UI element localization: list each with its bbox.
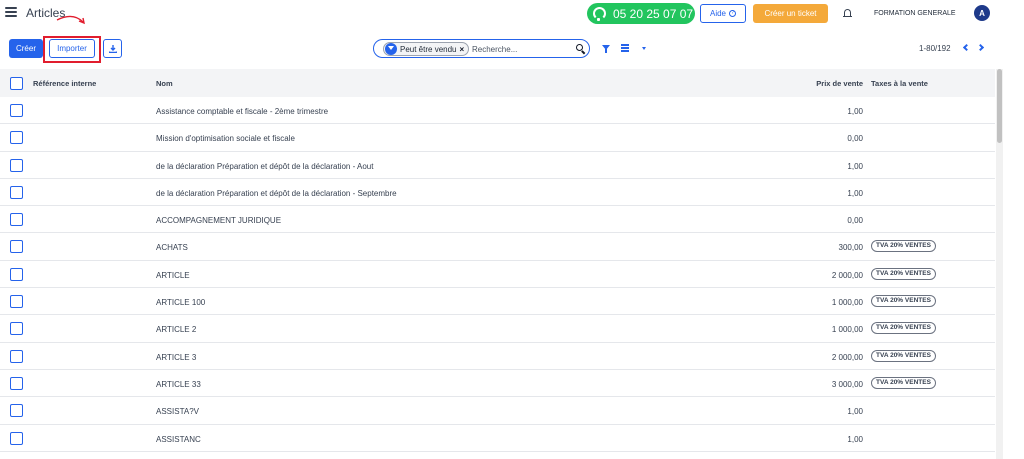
table-row[interactable]: ACCOMPAGNEMENT JURIDIQUE 0,00 [0, 206, 995, 234]
row-checkbox[interactable] [10, 185, 23, 199]
row-checkbox[interactable] [10, 322, 23, 336]
row-checkbox[interactable] [10, 267, 23, 281]
chevron-left-icon[interactable] [962, 43, 971, 52]
phone-number: 05 20 25 07 07 [613, 6, 694, 21]
cell-price: 1 000,00 [831, 325, 863, 335]
tax-badge: TVA 20% VENTES [871, 267, 936, 280]
cell-price: 1,00 [847, 161, 863, 171]
tax-badge: TVA 20% VENTES [871, 376, 936, 389]
filter-icon [385, 43, 397, 55]
row-checkbox[interactable] [10, 158, 23, 172]
row-checkbox[interactable] [10, 349, 23, 363]
import-button[interactable]: Importer [49, 39, 95, 58]
table-row[interactable]: Assistance comptable et fiscale - 2ème t… [0, 97, 995, 125]
cell-price: 1 000,00 [831, 298, 863, 308]
cell-name: ARTICLE 3 [156, 352, 197, 362]
search-facet[interactable]: Peut être vendu × [383, 42, 470, 56]
download-button[interactable] [103, 39, 122, 58]
column-header-name[interactable]: Nom [156, 79, 173, 88]
headset-icon [593, 7, 606, 21]
table-row[interactable]: ARTICLE 100 1 000,00 TVA 20% VENTES [0, 288, 995, 316]
articles-table: Référence interne Nom Prix de vente Taxe… [0, 69, 995, 452]
row-checkbox[interactable] [10, 404, 23, 418]
help-label: Aide [709, 9, 726, 18]
search-icon[interactable] [576, 44, 583, 51]
phone-support-button[interactable]: 05 20 25 07 07 [587, 3, 695, 24]
cell-price: 0,00 [847, 216, 863, 226]
create-button[interactable]: Créer [9, 39, 43, 58]
group-by-icon[interactable] [621, 44, 629, 52]
row-checkbox[interactable] [10, 104, 23, 117]
menu-icon[interactable] [5, 7, 17, 18]
tax-badge: TVA 20% VENTES [871, 295, 936, 308]
cell-price: 1,00 [847, 188, 863, 198]
cell-name: ASSISTANC [156, 434, 201, 444]
pager-value[interactable]: 1-80/192 [919, 44, 951, 53]
facet-label: Peut être vendu [400, 44, 457, 54]
cell-price: 2 000,00 [831, 352, 863, 362]
table-row[interactable]: ARTICLE 33 3 000,00 TVA 20% VENTES [0, 370, 995, 398]
cell-name: ARTICLE [156, 270, 190, 280]
table-row[interactable]: de la déclaration Préparation et dépôt d… [0, 179, 995, 207]
table-row[interactable]: ARTICLE 3 2 000,00 TVA 20% VENTES [0, 343, 995, 370]
table-row[interactable]: Mission d'optimisation sociale et fiscal… [0, 124, 995, 152]
cell-name: ARTICLE 33 [156, 379, 201, 389]
row-checkbox[interactable] [10, 213, 23, 227]
row-checkbox[interactable] [10, 431, 23, 445]
question-icon: ? [729, 10, 736, 17]
create-ticket-button[interactable]: Créer un ticket [753, 4, 828, 23]
cell-name: de la déclaration Préparation et dépôt d… [156, 188, 397, 198]
cell-name: Mission d'optimisation sociale et fiscal… [156, 134, 295, 144]
cell-name: ASSISTA?V [156, 407, 199, 417]
column-header-ref[interactable]: Référence interne [33, 79, 96, 88]
table-row[interactable]: de la déclaration Préparation et dépôt d… [0, 152, 995, 179]
help-button[interactable]: Aide ? [700, 4, 746, 23]
cell-price: 0,00 [847, 134, 863, 144]
table-row[interactable]: ACHATS 300,00 TVA 20% VENTES [0, 233, 995, 261]
cell-price: 300,00 [838, 243, 863, 253]
cell-name: ARTICLE 2 [156, 325, 197, 335]
tax-badge: TVA 20% VENTES [871, 322, 936, 335]
avatar[interactable]: A [974, 5, 990, 21]
cell-name: de la déclaration Préparation et dépôt d… [156, 161, 374, 171]
search-bar[interactable]: Peut être vendu × [373, 39, 590, 58]
row-checkbox[interactable] [10, 131, 23, 145]
cell-name: Assistance comptable et fiscale - 2ème t… [156, 107, 329, 116]
top-navbar: Articles 05 20 25 07 07 Aide ? Créer un … [0, 0, 1024, 28]
cell-price: 1,00 [847, 434, 863, 444]
chevron-down-icon[interactable] [642, 47, 646, 50]
table-row[interactable]: ARTICLE 2 000,00 TVA 20% VENTES [0, 261, 995, 289]
row-checkbox[interactable] [10, 295, 23, 309]
cell-price: 2 000,00 [831, 270, 863, 280]
bell-icon[interactable] [843, 9, 852, 17]
scrollbar[interactable] [996, 69, 1003, 459]
scroll-thumb[interactable] [997, 69, 1002, 143]
cell-name: ACHATS [156, 243, 188, 253]
close-icon[interactable]: × [459, 45, 464, 54]
column-header-price[interactable]: Prix de vente [816, 79, 863, 88]
chevron-right-icon[interactable] [976, 43, 985, 52]
tax-badge: TVA 20% VENTES [871, 349, 936, 362]
download-icon [108, 44, 117, 53]
company-name[interactable]: FORMATION GENERALE [874, 10, 956, 17]
cell-price: 1,00 [847, 107, 863, 116]
row-checkbox[interactable] [10, 376, 23, 390]
control-panel: Créer Importer Peut être vendu × 1-80/19… [0, 36, 1024, 63]
select-all-checkbox[interactable] [10, 77, 23, 90]
table-row[interactable]: ASSISTANC 1,00 [0, 425, 995, 452]
table-row[interactable]: ARTICLE 2 1 000,00 TVA 20% VENTES [0, 315, 995, 343]
cell-price: 1,00 [847, 407, 863, 417]
search-input[interactable] [472, 42, 567, 56]
cell-name: ARTICLE 100 [156, 298, 206, 308]
row-checkbox[interactable] [10, 240, 23, 254]
column-header-taxes[interactable]: Taxes à la vente [871, 79, 928, 88]
tax-badge: TVA 20% VENTES [871, 240, 936, 253]
filter-toggle-icon[interactable] [602, 45, 610, 53]
annotation-arrow [56, 15, 85, 25]
cell-name: ACCOMPAGNEMENT JURIDIQUE [156, 216, 282, 226]
table-header: Référence interne Nom Prix de vente Taxe… [0, 69, 995, 97]
table-row[interactable]: ASSISTA?V 1,00 [0, 397, 995, 425]
cell-price: 3 000,00 [831, 379, 863, 389]
